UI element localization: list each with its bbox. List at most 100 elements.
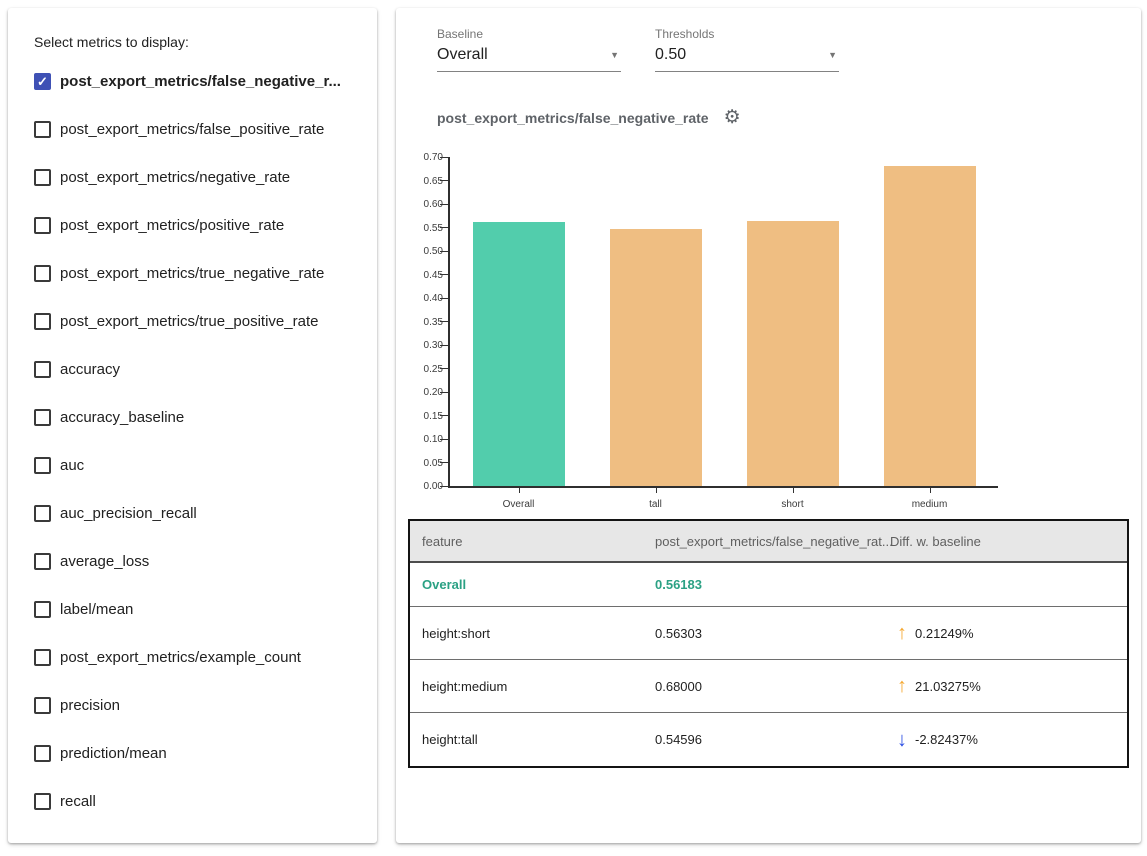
table-header-row: feature post_export_metrics/false_negati…	[410, 521, 1127, 563]
metric-checkbox-item[interactable]: auc_precision_recall	[34, 489, 371, 537]
diff-value: 21.03275%	[915, 679, 981, 694]
x-tick-mark	[930, 488, 931, 493]
metric-label: post_export_metrics/negative_rate	[60, 169, 290, 186]
metric-label: auc	[60, 457, 84, 474]
bar-slot-short: short	[724, 157, 861, 486]
checkbox-unchecked-icon[interactable]	[34, 121, 51, 138]
y-tick-mark	[440, 486, 448, 487]
cell-feature: height:tall	[410, 732, 655, 747]
metric-checkbox-item[interactable]: precision	[34, 681, 371, 729]
y-tick-label: 0.30	[424, 340, 443, 351]
checkbox-unchecked-icon[interactable]	[34, 793, 51, 810]
y-tick-label: 0.40	[424, 293, 443, 304]
checkbox-unchecked-icon[interactable]	[34, 169, 51, 186]
table-row: height:medium0.68000↑21.03275%	[410, 660, 1127, 713]
y-tick-label: 0.05	[424, 458, 443, 469]
cell-feature: Overall	[410, 577, 655, 592]
checkbox-unchecked-icon[interactable]	[34, 697, 51, 714]
bar-slot-medium: medium	[861, 157, 998, 486]
metric-checkbox-item[interactable]: recall	[34, 777, 371, 825]
x-axis-label: Overall	[450, 499, 587, 510]
x-tick-mark	[793, 488, 794, 493]
thresholds-value-row[interactable]: 0.50 ▼	[655, 42, 839, 72]
metric-checkbox-item[interactable]: accuracy	[34, 345, 371, 393]
y-tick-mark	[440, 157, 448, 158]
y-tick-mark	[440, 274, 448, 275]
metric-checkbox-item[interactable]: average_loss	[34, 537, 371, 585]
arrow-up-icon: ↑	[897, 623, 907, 643]
diff-value: 0.21249%	[915, 626, 974, 641]
y-tick-label: 0.15	[424, 411, 443, 422]
bar-Overall[interactable]	[473, 222, 565, 486]
y-tick-mark	[440, 415, 448, 416]
bar-short[interactable]	[747, 221, 839, 486]
metric-label: post_export_metrics/true_negative_rate	[60, 265, 324, 282]
checkbox-unchecked-icon[interactable]	[34, 409, 51, 426]
metric-label: label/mean	[60, 601, 133, 618]
cell-diff: ↑21.03275%	[890, 676, 1127, 696]
table-header-feature: feature	[410, 534, 655, 549]
metric-checkbox-item[interactable]: post_export_metrics/true_negative_rate	[34, 249, 371, 297]
x-tick-mark	[656, 488, 657, 493]
metric-checkbox-item[interactable]: post_export_metrics/positive_rate	[34, 201, 371, 249]
y-tick-label: 0.45	[424, 270, 443, 281]
cell-value: 0.56183	[655, 577, 890, 592]
bar-slot-tall: tall	[587, 157, 724, 486]
metric-label: post_export_metrics/false_positive_rate	[60, 121, 324, 138]
chevron-down-icon[interactable]: ▼	[828, 51, 837, 60]
metric-checkbox-item[interactable]: accuracy_baseline	[34, 393, 371, 441]
checkbox-unchecked-icon[interactable]	[34, 217, 51, 234]
checkbox-unchecked-icon[interactable]	[34, 361, 51, 378]
checkbox-unchecked-icon[interactable]	[34, 457, 51, 474]
metric-label: post_export_metrics/true_positive_rate	[60, 313, 318, 330]
x-axis-label: short	[724, 499, 861, 510]
metric-label: auc_precision_recall	[60, 505, 197, 522]
metric-checkbox-item[interactable]: post_export_metrics/negative_rate	[34, 153, 371, 201]
cell-value: 0.68000	[655, 679, 890, 694]
checkbox-checked-icon[interactable]: ✓	[34, 73, 51, 90]
y-tick-mark	[440, 462, 448, 463]
chevron-down-icon[interactable]: ▼	[610, 51, 619, 60]
metrics-panel-title: Select metrics to display:	[34, 34, 189, 50]
checkbox-unchecked-icon[interactable]	[34, 505, 51, 522]
metric-label: post_export_metrics/example_count	[60, 649, 301, 666]
metric-checkbox-item[interactable]: ✓post_export_metrics/false_negative_r...	[34, 57, 371, 105]
y-tick-mark	[440, 180, 448, 181]
cell-feature: height:medium	[410, 679, 655, 694]
y-tick-label: 0.70	[424, 152, 443, 163]
metric-checkbox-item[interactable]: post_export_metrics/true_positive_rate	[34, 297, 371, 345]
table-body: Overall0.56183height:short0.56303↑0.2124…	[410, 563, 1127, 766]
metric-checkbox-item[interactable]: post_export_metrics/false_positive_rate	[34, 105, 371, 153]
checkbox-unchecked-icon[interactable]	[34, 553, 51, 570]
metric-checkbox-item[interactable]: post_export_metrics/example_count	[34, 633, 371, 681]
y-tick-label: 0.00	[424, 481, 443, 492]
table-header-metric: post_export_metrics/false_negative_rat..…	[655, 534, 890, 549]
y-tick-mark	[440, 227, 448, 228]
baseline-dropdown[interactable]: Baseline Overall ▼	[437, 27, 621, 72]
y-tick-label: 0.35	[424, 317, 443, 328]
checkbox-unchecked-icon[interactable]	[34, 313, 51, 330]
bar-medium[interactable]	[884, 166, 976, 486]
bar-tall[interactable]	[610, 229, 702, 486]
thresholds-value: 0.50	[655, 46, 686, 64]
x-tick-mark	[519, 488, 520, 493]
gear-icon[interactable]: ⚙	[724, 108, 741, 127]
table-header-diff: Diff. w. baseline	[890, 534, 1127, 549]
controls-row: Baseline Overall ▼ Thresholds 0.50 ▼	[437, 27, 839, 72]
thresholds-dropdown[interactable]: Thresholds 0.50 ▼	[655, 27, 839, 72]
thresholds-label: Thresholds	[655, 27, 839, 42]
baseline-value-row[interactable]: Overall ▼	[437, 42, 621, 72]
checkbox-unchecked-icon[interactable]	[34, 265, 51, 282]
checkbox-unchecked-icon[interactable]	[34, 649, 51, 666]
metric-checkbox-item[interactable]: prediction/mean	[34, 729, 371, 777]
checkbox-unchecked-icon[interactable]	[34, 745, 51, 762]
y-tick-mark	[440, 321, 448, 322]
y-tick-label: 0.60	[424, 199, 443, 210]
metric-label: precision	[60, 697, 120, 714]
checkbox-unchecked-icon[interactable]	[34, 601, 51, 618]
chart-y-axis: 0.000.050.100.150.200.250.300.350.400.45…	[415, 157, 443, 488]
metric-checkbox-item[interactable]: label/mean	[34, 585, 371, 633]
metric-checkbox-item[interactable]: auc	[34, 441, 371, 489]
fairness-indicators-page: Select metrics to display: ✓post_export_…	[0, 0, 1147, 856]
baseline-value: Overall	[437, 46, 488, 64]
